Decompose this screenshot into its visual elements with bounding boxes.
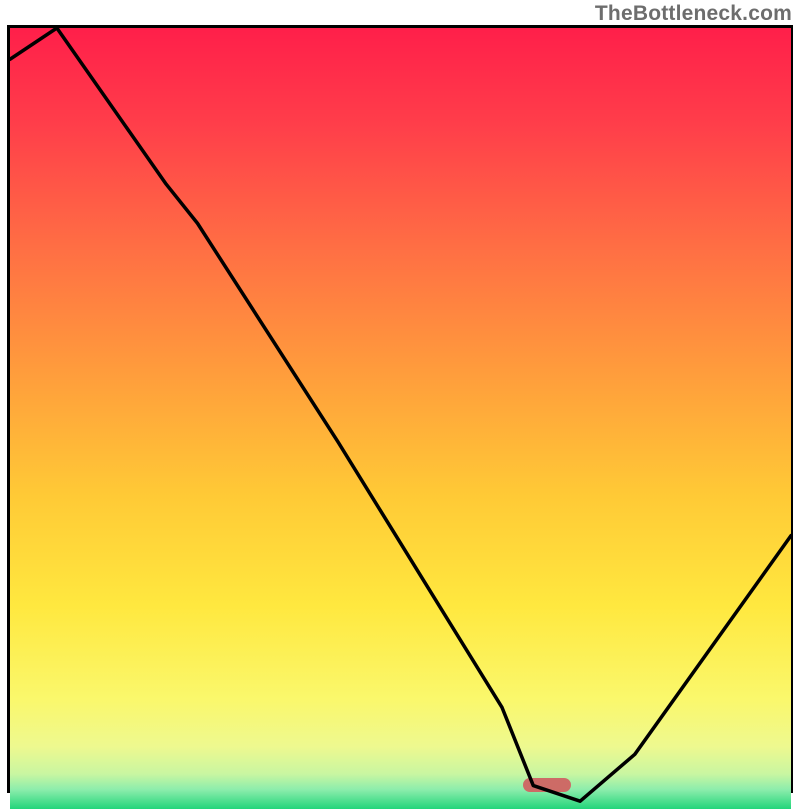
chart-background-gradient xyxy=(10,28,791,809)
watermark-text: TheBottleneck.com xyxy=(595,2,792,26)
optimum-marker xyxy=(523,778,571,792)
chart-frame xyxy=(7,25,793,793)
